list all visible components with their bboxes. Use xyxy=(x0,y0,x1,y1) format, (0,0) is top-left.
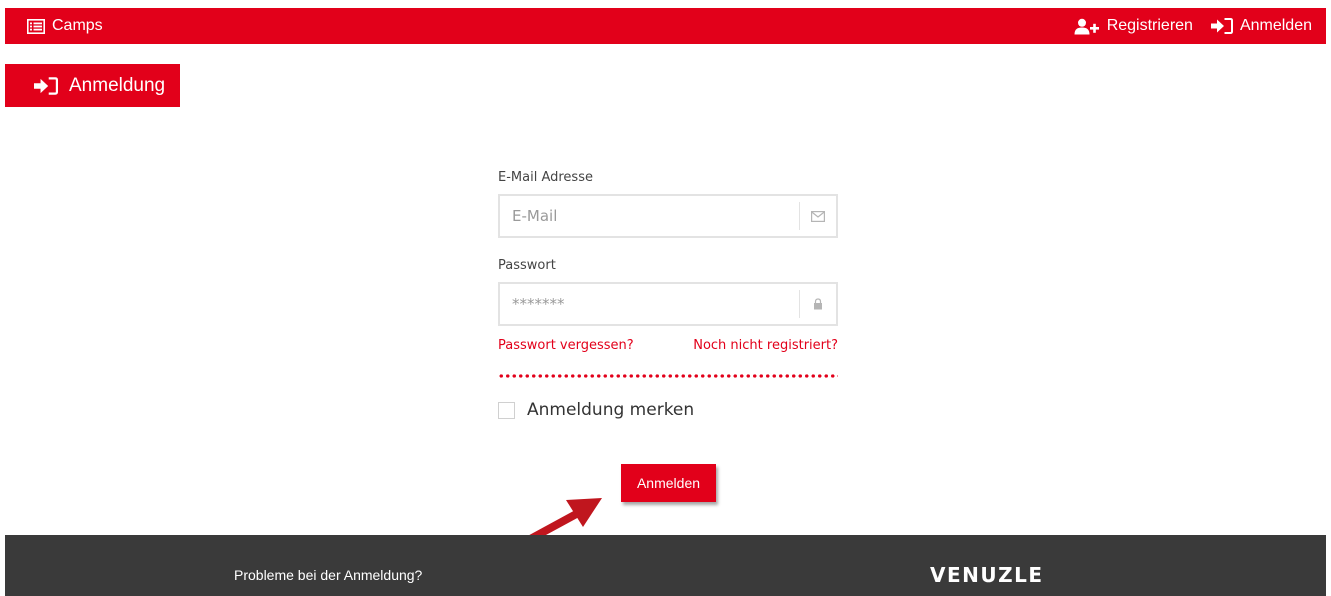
remember-label: Anmeldung merken xyxy=(527,400,695,420)
password-input[interactable] xyxy=(500,284,802,324)
nav-login-label: Anmelden xyxy=(1239,17,1312,34)
password-input-group xyxy=(498,282,838,326)
footer: Probleme bei der Anmeldung? VENUZLE xyxy=(5,535,1326,596)
top-navbar: Camps Registrieren Anmelden xyxy=(5,8,1326,44)
envelope-icon xyxy=(799,202,836,230)
page-title: Anmeldung xyxy=(69,74,166,96)
navbar-left: Camps xyxy=(27,17,103,35)
nav-register-link[interactable]: Registrieren xyxy=(1074,17,1193,35)
page-title-badge: Anmeldung xyxy=(5,64,180,107)
email-input[interactable] xyxy=(500,196,802,236)
lock-icon xyxy=(799,290,836,318)
sign-in-icon xyxy=(34,76,58,95)
sign-in-icon xyxy=(1210,18,1233,34)
email-input-group xyxy=(498,194,838,238)
forgot-password-link[interactable]: Passwort vergessen? xyxy=(498,338,634,353)
email-label: E-Mail Adresse xyxy=(498,170,593,185)
login-submit-button[interactable]: Anmelden xyxy=(621,464,716,502)
nav-camps-link[interactable]: Camps xyxy=(27,17,103,35)
nav-register-label: Registrieren xyxy=(1106,17,1193,34)
password-label: Passwort xyxy=(498,258,556,273)
nav-login-link[interactable]: Anmelden xyxy=(1210,17,1312,35)
list-icon xyxy=(27,18,45,34)
navbar-right: Registrieren Anmelden xyxy=(1074,17,1312,35)
login-form: E-Mail Adresse Passwort Passwort vergess… xyxy=(498,170,838,420)
brand-logo: VENUZLE xyxy=(930,563,1044,587)
dotted-divider xyxy=(498,374,838,378)
remember-checkbox[interactable] xyxy=(498,401,515,419)
user-plus-icon xyxy=(1074,18,1100,35)
login-help-link[interactable]: Probleme bei der Anmeldung? xyxy=(234,567,422,583)
not-registered-link[interactable]: Noch nicht registriert? xyxy=(693,338,838,353)
nav-camps-label: Camps xyxy=(52,17,103,34)
remember-row: Anmeldung merken xyxy=(498,400,838,420)
form-links: Passwort vergessen? Noch nicht registrie… xyxy=(498,338,838,353)
